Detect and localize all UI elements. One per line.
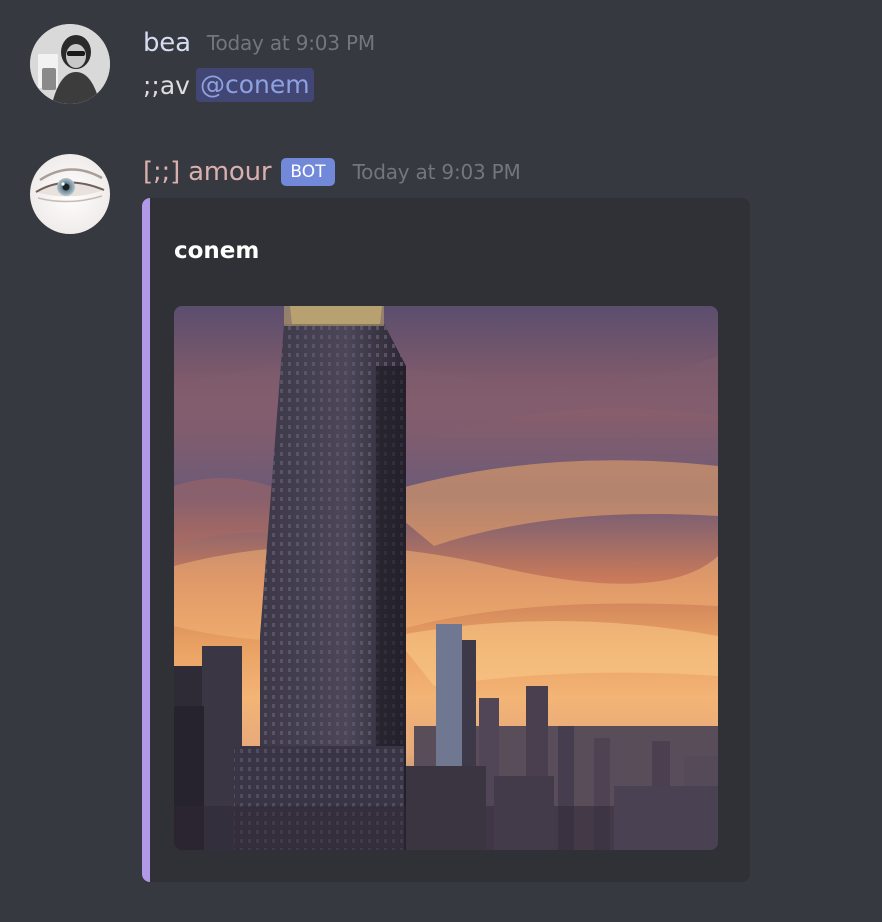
embed-title: conem [174,238,260,264]
timestamp: Today at 9:03 PM [206,31,375,55]
chat-messages: bea Today at 9:03 PM ;;av @conem [;;] am… [0,0,882,922]
embed-image[interactable] [174,306,718,850]
message-header: [;;] amour BOT Today at 9:03 PM [143,154,521,190]
message-text: ;;av [143,70,190,100]
message-header: bea Today at 9:03 PM [143,26,375,60]
message-content: ;;av @conem [143,64,314,106]
timestamp: Today at 9:03 PM [352,160,521,184]
avatar-bea[interactable] [30,24,110,104]
message-embed: conem [142,198,750,882]
user-mention[interactable]: @conem [195,68,314,102]
avatar-amour[interactable] [30,154,110,234]
bot-badge: BOT [281,158,335,186]
username[interactable]: [;;] amour [143,155,272,189]
username[interactable]: bea [143,26,191,60]
